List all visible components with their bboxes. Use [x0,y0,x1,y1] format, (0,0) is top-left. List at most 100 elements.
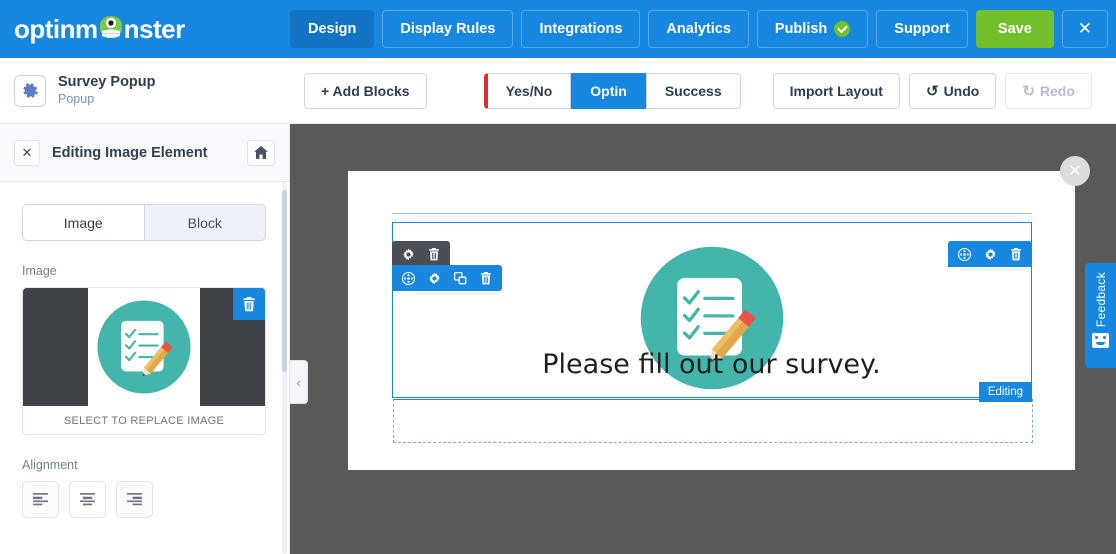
tab-label-block: Block [187,214,222,231]
nav-label-publish: Publish [774,21,828,37]
tab-optin[interactable]: Optin [571,72,646,109]
collapse-sidebar-handle[interactable]: ‹ [290,360,308,404]
campaign-canvas: ‹ ✕ Please fill out our survey. Editing [290,124,1116,554]
nav-label-design: Design [308,21,357,37]
editing-status-badge[interactable]: Editing [978,382,1032,402]
redo-button[interactable]: ↻ Redo [1005,72,1092,109]
close-icon: ✕ [21,144,33,160]
align-right-icon [127,493,142,506]
replace-image-hint[interactable]: SELECT TO REPLACE IMAGE [23,406,265,434]
trash-icon [243,296,255,311]
editor-sidebar: ✕ Editing Image Element Image Block Imag… [0,124,290,554]
nav-label-analytics: Analytics [666,21,731,37]
builder-toolbar: Survey Popup Popup + Add Blocks Yes/No O… [0,58,1116,124]
top-nav-items: Design Display Rules Integrations Analyt… [290,10,1108,48]
image-field-label: Image [22,264,57,278]
image-backdrop-left [23,288,88,406]
editing-badge-label: Editing [987,386,1023,398]
top-navigation-bar: optinm nster Design Display Rules Integr… [0,0,1116,58]
nav-label-support: Support [894,21,950,37]
undo-button[interactable]: ↺ Undo [908,72,997,109]
sidebar-header: ✕ Editing Image Element [0,124,289,182]
gear-icon[interactable] [396,242,420,266]
undo-icon: ↺ [925,82,939,100]
logo-text-part2: nster [123,13,186,44]
add-blocks-button[interactable]: + Add Blocks [304,72,427,109]
nav-item-integrations[interactable]: Integrations [521,10,641,48]
tab-success[interactable]: Success [645,72,741,109]
block-toolbar [392,265,502,291]
popup-preview: ✕ Please fill out our survey. Editing [348,156,1090,470]
save-button[interactable]: Save [975,10,1054,48]
view-tabs: Yes/No Optin Success [483,72,741,109]
nav-label-display-rules: Display Rules [400,21,496,37]
project-info[interactable]: Survey Popup Popup [0,73,290,107]
home-icon [254,146,268,159]
tab-label-image: Image [63,214,103,231]
gear-icon[interactable] [978,242,1002,266]
sidebar-close-button[interactable]: ✕ [14,139,40,166]
align-center-button[interactable] [69,481,106,518]
align-center-icon [80,493,95,506]
sidebar-title: Editing Image Element [52,144,208,161]
published-check-icon [834,21,851,37]
duplicate-icon[interactable] [448,266,472,290]
sidebar-body: Image Block Image SELECT TO REPLACE IMAG… [0,182,289,518]
campaign-settings-gear-icon[interactable] [14,74,46,107]
text-block-outline[interactable] [393,399,1033,443]
project-title: Survey Popup [58,74,156,91]
image-block-tabs: Image Block [22,204,266,241]
tab-block[interactable]: Block [145,205,266,240]
logo-text: optinm nster [14,14,185,45]
row-selection-outline [392,213,1032,222]
move-icon[interactable] [396,266,420,290]
project-labels: Survey Popup Popup [58,73,156,107]
tab-label-yes-no: Yes/No [505,82,553,99]
align-left-button[interactable] [22,481,59,518]
nav-item-design[interactable]: Design [290,10,375,48]
gear-icon[interactable] [422,266,446,290]
redo-icon: ↻ [1022,82,1035,100]
trash-icon[interactable] [474,266,498,290]
move-icon[interactable] [952,242,976,266]
sidebar-home-button[interactable] [247,139,275,166]
optinmonster-campaign-builder: optinm nster Design Display Rules Integr… [0,0,1116,554]
image-thumbnail-graphic [88,288,200,406]
undo-label: Undo [943,82,980,99]
close-icon: ✕ [1068,163,1082,180]
monster-mascot-icon [96,16,126,42]
survey-checklist-icon [97,300,191,394]
align-right-button[interactable] [116,481,153,518]
column-toolbar [948,241,1032,267]
alignment-label: Alignment [22,458,78,472]
delete-image-button[interactable] [233,288,265,320]
tab-label-success: Success [664,82,722,99]
redo-label: Redo [1039,82,1075,99]
image-thumbnail [23,288,265,406]
trash-icon[interactable] [422,242,446,266]
nav-item-support[interactable]: Support [876,10,968,48]
popup-close-button[interactable]: ✕ [1060,156,1090,186]
nav-item-analytics[interactable]: Analytics [648,10,749,48]
logo-text-part1: optinm [14,13,98,44]
nav-item-display-rules[interactable]: Display Rules [382,10,514,48]
align-left-icon [33,493,48,506]
project-type: Popup [58,92,95,107]
close-builder-button[interactable]: ✕ [1061,10,1108,48]
trash-icon[interactable] [1004,242,1028,266]
import-layout-button[interactable]: Import Layout [772,72,900,109]
image-preview-card[interactable]: SELECT TO REPLACE IMAGE [22,287,266,435]
import-layout-label: Import Layout [789,82,883,99]
optinmonster-logo[interactable]: optinm nster [0,0,290,58]
feedback-tab[interactable]: Feedback [1085,263,1116,368]
tab-image[interactable]: Image [23,205,145,240]
tab-label-optin: Optin [590,82,627,99]
row-toolbar [392,241,450,267]
add-blocks-label: + Add Blocks [321,82,410,99]
nav-item-publish[interactable]: Publish [756,10,869,48]
smiley-face-icon [1092,333,1109,349]
close-icon: ✕ [1077,19,1092,38]
alignment-button-group [22,481,267,518]
tab-yes-no[interactable]: Yes/No [483,72,572,109]
survey-headline-text[interactable]: Please fill out our survey. [348,349,1075,380]
